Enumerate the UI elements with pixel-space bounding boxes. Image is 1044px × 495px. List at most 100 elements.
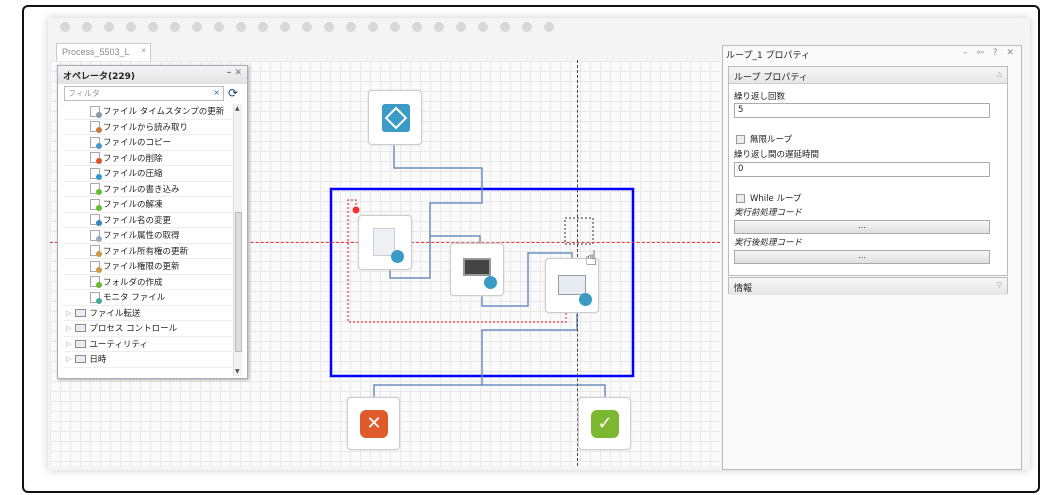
expand-arrow-icon[interactable]: ▷	[66, 340, 71, 348]
folder-item[interactable]: ▷ 日時	[64, 352, 232, 368]
file-operator-node[interactable]	[358, 215, 412, 270]
properties-title: ループ_1 プロパティ	[726, 51, 811, 61]
while-loop-checkbox[interactable]: While ループ	[736, 192, 801, 204]
operator-item[interactable]: ファイル権限の更新	[64, 259, 232, 275]
upload-badge-icon	[484, 276, 497, 289]
folder-item[interactable]: ▷ ファイル転送	[64, 306, 232, 321]
operator-label: ファイルの書き込み	[103, 184, 180, 195]
file-operator-icon	[90, 245, 102, 258]
infinite-loop-label: 無限ループ	[750, 135, 792, 145]
folder-icon	[75, 308, 87, 317]
folder-icon	[75, 339, 87, 348]
operator-item[interactable]: ファイルの解凍	[64, 197, 232, 213]
drop-target	[564, 217, 594, 245]
post-code-label: 実行後処理コード	[734, 238, 803, 248]
info-badge-icon	[391, 250, 404, 263]
file-operator-icon	[90, 121, 102, 134]
operator-label: モニタ ファイル	[103, 293, 166, 304]
file-operator-icon	[90, 198, 102, 211]
file-operator-icon	[90, 260, 102, 273]
info-section: 情報 ▽	[728, 277, 1008, 295]
refresh-icon[interactable]: ⟳	[228, 86, 238, 100]
operator-label: ファイル所有権の更新	[103, 246, 189, 257]
operator-item[interactable]: ファイルのコピー	[64, 135, 232, 151]
folder-icon	[75, 355, 87, 364]
loop-properties-section: ループ プロパティ △ 繰り返し回数 5 無限ループ 繰り返し間の遅延時間 0 W…	[728, 66, 1008, 276]
expand-arrow-icon[interactable]: ▷	[66, 324, 71, 332]
scrollbar[interactable]: ▲ ▼	[233, 104, 242, 376]
start-icon	[382, 104, 410, 132]
add-badge-icon	[579, 293, 592, 306]
section-header[interactable]: ループ プロパティ △	[729, 67, 1007, 84]
operator-item[interactable]: ファイルの削除	[64, 151, 232, 166]
file-operator-icon	[90, 136, 102, 149]
success-end-node[interactable]: ✓	[578, 397, 631, 450]
operator-label: ファイルの圧縮	[103, 169, 163, 180]
success-check-icon: ✓	[591, 410, 619, 438]
delay-input[interactable]: 0	[734, 162, 990, 177]
operator-item[interactable]: ファイル属性の取得	[64, 228, 232, 244]
properties-panel: ループ_1 プロパティ – ⇦ ? ✕ ループ プロパティ △ 繰り返し回数 5 無…	[722, 45, 1022, 470]
close-icon[interactable]: ✕	[234, 68, 242, 78]
operator-item[interactable]: ファイルから読み取り	[64, 120, 232, 135]
infinite-loop-checkbox[interactable]: 無限ループ	[736, 133, 792, 145]
email-icon	[558, 275, 586, 295]
filter-input[interactable]: フィルタ ×	[64, 86, 224, 101]
collapse-icon[interactable]: △	[997, 70, 1002, 78]
expand-icon[interactable]: ▽	[997, 281, 1002, 289]
expand-arrow-icon[interactable]: ▷	[66, 309, 71, 317]
file-operator-icon	[90, 105, 102, 118]
operator-label: ファイルの削除	[103, 153, 163, 164]
scrollbar-thumb[interactable]	[235, 212, 242, 352]
file-operator-icon	[90, 291, 102, 304]
file-operator-icon	[90, 167, 102, 180]
operator-label: ファイル権限の更新	[103, 262, 180, 273]
folder-label: 日時	[89, 355, 107, 366]
post-code-button[interactable]: ...	[734, 250, 990, 264]
operator-item[interactable]: フォルダの作成	[64, 275, 232, 290]
info-section-title: 情報	[734, 284, 753, 294]
operator-item[interactable]: ファイル所有権の更新	[64, 244, 232, 259]
operator-item[interactable]: ファイルの書き込み	[64, 182, 232, 197]
file-operator-icon	[90, 276, 102, 289]
filter-placeholder: フィルタ	[68, 89, 100, 98]
error-x-icon: ✕	[360, 410, 388, 438]
file-operator-icon	[90, 183, 102, 196]
hand-cursor-icon: ☝	[585, 246, 598, 270]
repeat-count-input[interactable]: 5	[734, 103, 990, 118]
operator-label: ファイルの解凍	[103, 200, 163, 211]
operator-label: ファイルから読み取り	[103, 122, 189, 133]
file-operator-icon	[90, 214, 102, 227]
operator-label: ファイル タイムスタンプの更新	[103, 107, 225, 118]
folder-label: ファイル転送	[89, 308, 141, 319]
minimize-icon[interactable]: –	[227, 68, 232, 78]
folder-label: プロセス コントロール	[89, 324, 178, 335]
info-section-header[interactable]: 情報 ▽	[729, 278, 1007, 295]
operator-item[interactable]: ファイルの圧縮	[64, 166, 232, 182]
expand-arrow-icon[interactable]: ▷	[66, 355, 71, 363]
operator-label: フォルダの作成	[103, 277, 163, 288]
operator-label: ファイルのコピー	[103, 138, 172, 149]
operator-item[interactable]: ファイル タイムスタンプの更新	[64, 104, 232, 120]
operator-item[interactable]: モニタ ファイル	[64, 290, 232, 306]
operator-item[interactable]: ファイル名の変更	[64, 213, 232, 228]
operator-tree: ファイル タイムスタンプの更新 ファイルから読み取り ファイルのコピー ファイルの削除…	[64, 104, 232, 376]
operators-panel: オペレータ(229) – ✕ フィルタ × ⟳ ファイル タイムスタンプの更新 ファイ…	[57, 65, 248, 379]
file-operator-icon	[90, 229, 102, 242]
file-operator-icon	[90, 152, 102, 165]
repeat-count-label: 繰り返し回数	[734, 92, 786, 102]
pre-code-button[interactable]: ...	[734, 220, 990, 234]
server-operator-node[interactable]	[450, 243, 504, 296]
while-loop-label: While ループ	[750, 194, 802, 204]
panel-controls-icon[interactable]: – ⇦ ? ✕	[963, 48, 1017, 58]
error-end-node[interactable]: ✕	[347, 397, 400, 450]
error-port	[352, 206, 360, 214]
start-node[interactable]	[368, 90, 422, 145]
folder-label: ユーティリティ	[89, 339, 148, 350]
pre-code-label: 実行前処理コード	[734, 208, 803, 218]
delay-label: 繰り返し間の遅延時間	[734, 150, 820, 160]
clear-filter-icon[interactable]: ×	[213, 88, 220, 97]
folder-item[interactable]: ▷ プロセス コントロール	[64, 321, 232, 337]
folder-item[interactable]: ▷ ユーティリティ	[64, 337, 232, 352]
operators-title: オペレータ(229)	[63, 72, 136, 82]
